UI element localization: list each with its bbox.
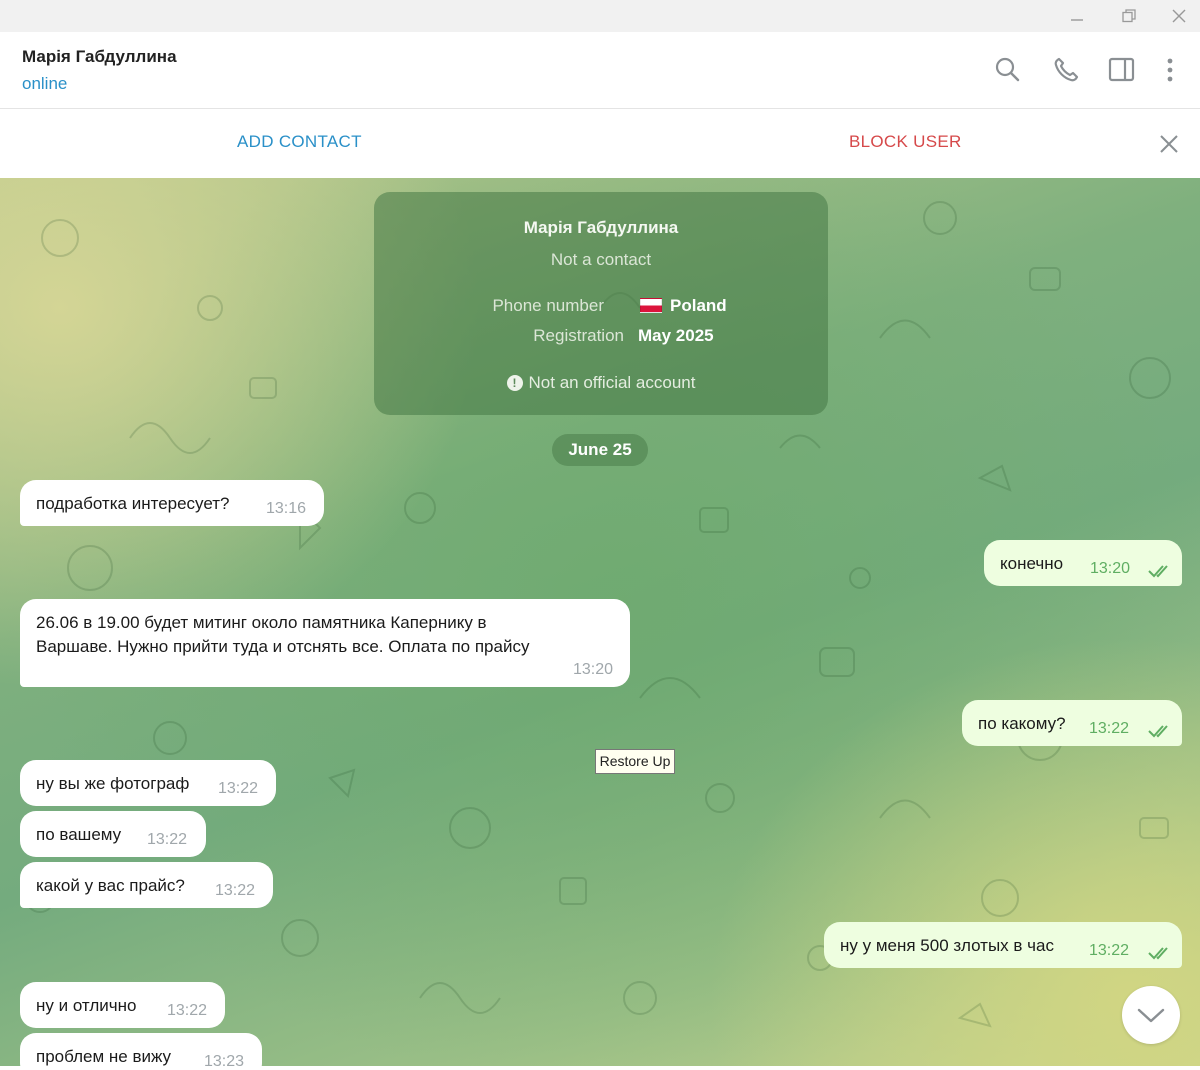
message-time: 13:20 xyxy=(573,661,614,678)
read-check-icon xyxy=(1148,947,1168,960)
message-incoming[interactable]: какой у вас прайс? 13:22 xyxy=(20,862,273,908)
message-time: 13:22 xyxy=(218,780,259,797)
phone-number-value: Poland xyxy=(640,296,727,316)
chat-header: Марія Габдуллина online xyxy=(0,32,1200,109)
message-time: 13:22 xyxy=(1089,720,1130,737)
message-incoming[interactable]: ну и отлично 13:22 xyxy=(20,982,225,1028)
date-separator: June 25 xyxy=(552,434,648,466)
message-incoming[interactable]: по вашему 13:22 xyxy=(20,811,206,857)
read-check-icon xyxy=(1148,725,1168,738)
message-time: 13:22 xyxy=(147,831,188,848)
registration-label: Registration xyxy=(533,326,624,345)
contact-action-bar: ADD CONTACT BLOCK USER xyxy=(0,109,1200,178)
chevron-down-icon xyxy=(1137,1008,1165,1023)
message-time: 13:23 xyxy=(204,1053,245,1066)
peer-name[interactable]: Марія Габдуллина xyxy=(22,47,177,67)
registration-value: May 2025 xyxy=(638,326,714,345)
tooltip: Restore Up xyxy=(595,749,675,774)
message-time: 13:22 xyxy=(167,1002,208,1019)
window-close-icon[interactable] xyxy=(1166,4,1192,28)
message-time: 13:20 xyxy=(1090,560,1131,577)
message-outgoing[interactable]: по какому? 13:22 xyxy=(962,700,1182,746)
block-user-button[interactable]: BLOCK USER xyxy=(849,132,962,152)
message-time: 13:22 xyxy=(215,882,256,899)
add-contact-button[interactable]: ADD CONTACT xyxy=(237,132,362,152)
message-time: 13:16 xyxy=(266,500,307,517)
more-vertical-icon[interactable] xyxy=(1154,54,1186,86)
minimize-icon[interactable] xyxy=(1064,4,1090,28)
message-incoming[interactable]: проблем не вижу 13:23 xyxy=(20,1033,262,1066)
info-alert-icon: ! xyxy=(506,375,523,391)
message-incoming[interactable]: ну вы же фотограф 13:22 xyxy=(20,760,276,806)
info-card-name: Марія Габдуллина xyxy=(523,218,679,237)
close-icon[interactable] xyxy=(1156,131,1182,157)
search-icon[interactable] xyxy=(992,54,1024,86)
message-outgoing[interactable]: конечно 13:20 xyxy=(984,540,1182,586)
phone-icon[interactable] xyxy=(1050,54,1082,86)
info-card-subtitle: Not a contact xyxy=(550,250,652,269)
message-outgoing[interactable]: ну у меня 500 злотых в час 13:22 xyxy=(824,922,1182,968)
peer-info-card: Марія Габдуллина Not a contact Phone num… xyxy=(374,192,828,415)
bottom-edge xyxy=(0,1066,1200,1070)
window-title-bar xyxy=(0,0,1200,32)
message-incoming[interactable]: 26.06 в 19.00 будет митинг около памятни… xyxy=(20,599,630,687)
official-account-warning: ! Not an official account xyxy=(374,373,828,393)
read-check-icon xyxy=(1148,565,1168,578)
peer-status: online xyxy=(22,74,68,93)
chat-history[interactable]: Марія Габдуллина Not a contact Phone num… xyxy=(0,178,1200,1066)
poland-flag-icon xyxy=(640,298,662,313)
sidebar-toggle-icon[interactable] xyxy=(1106,54,1138,86)
phone-number-label: Phone number xyxy=(492,296,604,315)
restore-icon[interactable] xyxy=(1116,4,1142,28)
scroll-down-button[interactable] xyxy=(1122,986,1180,1044)
message-time: 13:22 xyxy=(1089,942,1130,959)
message-incoming[interactable]: подработка интересует? 13:16 xyxy=(20,480,324,526)
